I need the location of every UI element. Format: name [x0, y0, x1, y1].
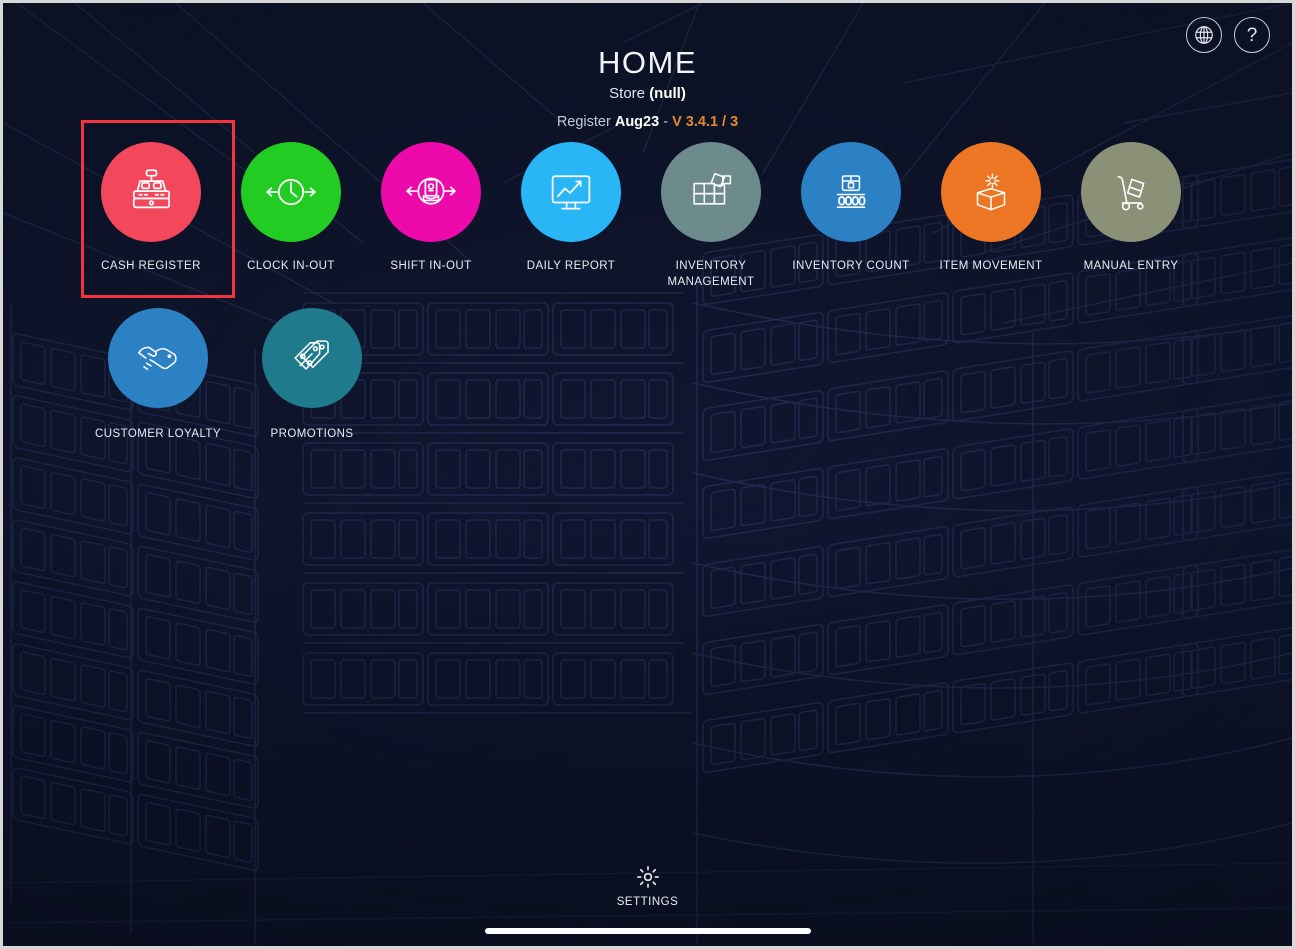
store-value: (null) [649, 84, 686, 102]
tile-label-manual-entry: MANUAL ENTRY [1083, 260, 1179, 272]
tile-cash-register[interactable]: CASH REGISTER [81, 120, 221, 290]
tile-label-promotions: PROMOTIONS [270, 428, 354, 441]
app-screen: ? HOME Store (null) Register Aug23 - V 3… [0, 0, 1295, 949]
box-counter-icon [836, 175, 866, 208]
cash-register-circle [101, 142, 201, 242]
register-line: Register Aug23 - V 3.4.1 / 3 [3, 114, 1292, 130]
tile-label-inventory-management: INVENTORY MANAGEMENT [667, 260, 755, 288]
menu-grid: CASH REGISTER CLOCK IN-OUT SHIFT IN-OUT … [81, 120, 1201, 443]
tile-inventory-count[interactable]: INVENTORY COUNT [781, 120, 921, 290]
customer-loyalty-circle [108, 308, 208, 409]
help-glyph: ? [1246, 24, 1258, 46]
inventory-management-circle [661, 142, 761, 242]
tile-label-inventory-count: INVENTORY COUNT [792, 260, 910, 272]
tile-clock-in-out[interactable]: CLOCK IN-OUT [221, 120, 361, 290]
tile-item-movement[interactable]: ITEM MOVEMENT [921, 120, 1061, 290]
tile-label-customer-loyalty: CUSTOMER LOYALTY [94, 428, 222, 441]
menu-row-1: CASH REGISTER CLOCK IN-OUT SHIFT IN-OUT … [81, 120, 1201, 290]
tile-inventory-management[interactable]: INVENTORY MANAGEMENT [641, 120, 781, 290]
tile-label-clock-in-out: CLOCK IN-OUT [247, 260, 335, 272]
page-title: HOME [598, 45, 697, 80]
shift-in-out-circle [381, 142, 481, 242]
store-line: Store (null) [3, 85, 1292, 102]
box-gear-icon [976, 173, 1006, 211]
daily-report-circle [521, 142, 621, 242]
help-icon[interactable]: ? [1234, 17, 1270, 53]
tile-label-daily-report: DAILY REPORT [526, 260, 616, 272]
header-icon-group: ? [1186, 17, 1270, 53]
home-indicator-bar [484, 928, 811, 934]
hand-truck-icon [1117, 176, 1145, 211]
version-text: V 3.4.1 / 3 [672, 113, 739, 130]
register-separator: - [663, 113, 669, 130]
cash-register-icon [132, 169, 170, 209]
gear-icon [636, 866, 659, 888]
clock-arrows-icon [266, 178, 316, 206]
tile-daily-report[interactable]: DAILY REPORT [501, 120, 641, 290]
globe-icon[interactable] [1186, 17, 1222, 53]
tile-label-cash-register: CASH REGISTER [101, 260, 201, 272]
clock-in-out-circle [241, 142, 341, 242]
monitor-chart-icon [551, 175, 591, 210]
menu-row-2: CUSTOMER LOYALTY PROMOTIONS [81, 290, 1201, 443]
tile-manual-entry[interactable]: MANUAL ENTRY [1061, 120, 1201, 290]
title-block: HOME Store (null) Register Aug23 - V 3.4… [3, 45, 1292, 130]
manual-entry-circle [1081, 142, 1181, 242]
register-name: Aug23 [614, 113, 660, 130]
settings-label: SETTINGS [616, 896, 679, 908]
tile-label-shift-in-out: SHIFT IN-OUT [390, 260, 472, 272]
tile-customer-loyalty[interactable]: CUSTOMER LOYALTY [81, 290, 235, 443]
box-grid-icon [693, 172, 732, 205]
handshake-icon [137, 346, 177, 371]
tile-shift-in-out[interactable]: SHIFT IN-OUT [361, 120, 501, 290]
tile-label-item-movement: ITEM MOVEMENT [939, 260, 1043, 272]
store-label: Store [609, 84, 646, 102]
inventory-count-circle [801, 142, 901, 242]
item-movement-circle [941, 142, 1041, 242]
tile-promotions[interactable]: PROMOTIONS [235, 290, 389, 443]
cash-hand-arrows-icon [406, 177, 456, 205]
register-label: Register [556, 113, 611, 130]
price-tags-icon [294, 340, 329, 370]
promotions-circle [262, 308, 362, 409]
settings-button[interactable]: SETTINGS [3, 864, 1292, 908]
